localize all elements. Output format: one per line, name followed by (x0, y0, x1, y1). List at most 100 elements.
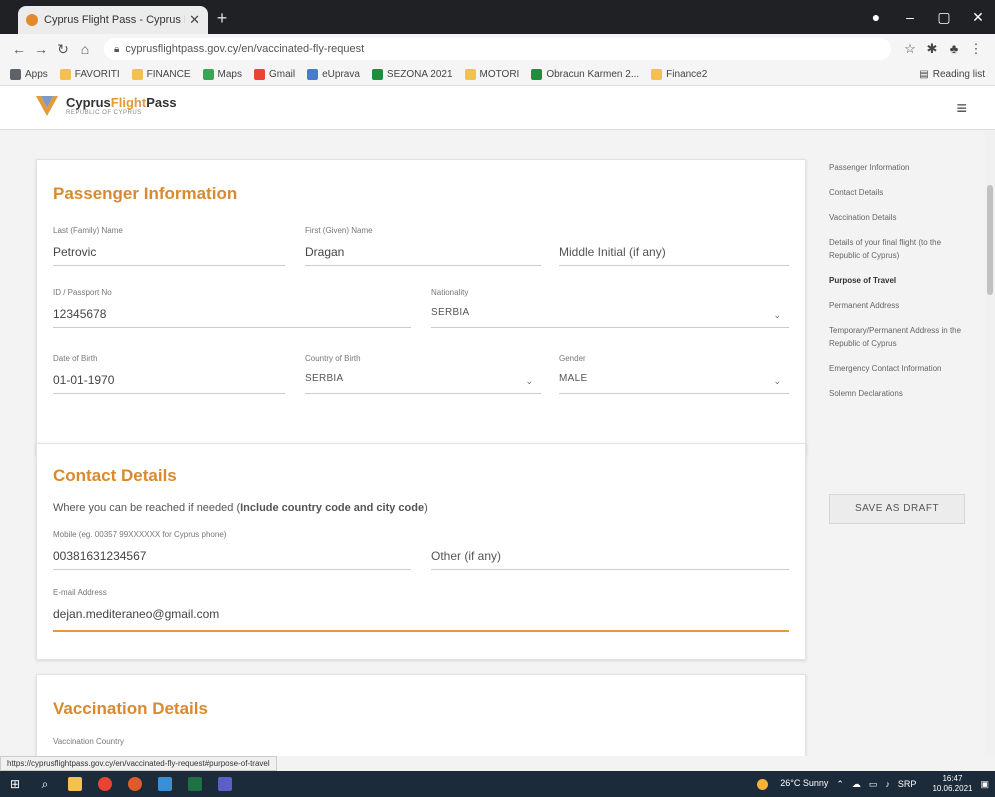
search-icon[interactable]: ⌕ (30, 771, 60, 797)
status-url-bar: https://cyprusflightpass.gov.cy/en/vacci… (0, 756, 277, 771)
home-icon[interactable]: ⌂ (74, 41, 96, 57)
globe-icon (307, 69, 319, 80)
nav-final-flight-details[interactable]: Details of your final flight (to the Rep… (829, 236, 969, 262)
nav-vaccination-details[interactable]: Vaccination Details (829, 211, 969, 224)
bookmark-finance2[interactable]: Finance2 (651, 69, 707, 80)
last-name-field[interactable]: Last (Family) Name Petrovic (53, 226, 285, 266)
site-favicon-icon (26, 14, 38, 26)
close-window-button[interactable]: ✕ (961, 9, 995, 26)
nav-emergency-contact[interactable]: Emergency Contact Information (829, 362, 969, 375)
page-scrollbar[interactable] (985, 131, 995, 756)
bookmark-favoriti[interactable]: FAVORITI (59, 69, 120, 80)
bookmark-maps[interactable]: Maps (202, 69, 242, 80)
close-tab-icon[interactable]: ✕ (189, 12, 200, 28)
bookmark-apps[interactable]: Apps (10, 69, 48, 80)
maps-icon (202, 69, 214, 80)
excel-icon[interactable] (180, 771, 210, 797)
photos-icon[interactable] (150, 771, 180, 797)
minimize-button[interactable]: – (893, 9, 927, 25)
windows-taskbar: ⊞ ⌕ 26°C Sunny ⌃ ☁ ▭ ♪ SRP 16:47 10.06.2… (0, 771, 995, 797)
back-icon[interactable]: ← (8, 41, 30, 57)
gmail-icon (253, 69, 265, 80)
hamburger-menu-icon[interactable]: ≡ (956, 98, 967, 119)
vaccination-details-card: Vaccination Details Vaccination Country … (36, 674, 806, 756)
tab-title: Cyprus Flight Pass - Cyprus Fligh (44, 14, 185, 26)
forward-icon[interactable]: → (30, 41, 52, 57)
gender-select[interactable]: Gender MALE ⌄ (559, 354, 789, 394)
save-as-draft-button[interactable]: SAVE AS DRAFT (829, 494, 965, 524)
first-name-field[interactable]: First (Given) Name Dragan (305, 226, 541, 266)
notifications-icon[interactable]: ▣ (980, 779, 989, 790)
bookmarks-bar: Apps FAVORITI FINANCE Maps Gmail eUprava… (0, 64, 995, 86)
browser-menu-icon[interactable]: ⋮ (965, 41, 987, 57)
reload-icon[interactable]: ↻ (52, 41, 74, 58)
bookmark-euprava[interactable]: eUprava (307, 69, 360, 80)
contact-note: Where you can be reached if needed (Incl… (53, 502, 428, 514)
cyprus-flight-pass-logo-icon (36, 96, 58, 116)
sun-icon (757, 778, 769, 790)
vaccination-country-select[interactable]: Vaccination Country ⌄ (53, 737, 789, 756)
folder-icon (651, 69, 663, 80)
folder-icon (464, 69, 476, 80)
bookmark-star-icon[interactable]: ☆ (899, 41, 921, 57)
cloud-icon[interactable]: ☁ (852, 779, 861, 790)
file-explorer-icon[interactable] (60, 771, 90, 797)
system-tray: 26°C Sunny ⌃ ☁ ▭ ♪ SRP 16:47 10.06.2021 … (749, 774, 995, 794)
folder-icon (59, 69, 71, 80)
chevron-down-icon: ⌄ (525, 376, 533, 386)
date-of-birth-field[interactable]: Date of Birth 01-01-1970 (53, 354, 285, 394)
reading-list-icon: ▤ (919, 69, 929, 80)
windows-start-icon[interactable]: ⊞ (0, 771, 30, 797)
language-indicator[interactable]: SRP (898, 779, 917, 789)
bookmark-obracun[interactable]: Obracun Karmen 2... (531, 69, 639, 80)
volume-icon[interactable]: ♪ (885, 779, 890, 789)
network-icon[interactable]: ▭ (869, 779, 878, 790)
bookmark-gmail[interactable]: Gmail (253, 69, 295, 80)
chevron-down-icon: ⌄ (773, 376, 781, 386)
nav-solemn-declarations[interactable]: Solemn Declarations (829, 387, 969, 400)
extension-icon[interactable]: ✱ (921, 41, 943, 57)
drive-icon (371, 69, 383, 80)
clock-date: 10.06.2021 (932, 784, 973, 793)
lock-icon: 🔒︎ (114, 43, 120, 55)
vaccination-details-title: Vaccination Details (53, 699, 208, 718)
passport-field[interactable]: ID / Passport No 12345678 (53, 288, 411, 328)
weather-widget[interactable]: 26°C Sunny (757, 778, 828, 790)
nationality-select[interactable]: Nationality SERBIA ⌄ (431, 288, 789, 328)
middle-initial-field[interactable]: Middle Initial (if any) (559, 226, 789, 266)
clock[interactable]: 16:47 10.06.2021 (924, 774, 972, 794)
brand-subtitle: REPUBLIC OF CYPRUS (66, 109, 142, 116)
chevron-down-icon: ⌄ (773, 310, 781, 320)
calculator-icon[interactable] (210, 771, 240, 797)
reading-list[interactable]: ▤ Reading list (919, 69, 985, 80)
nav-passenger-information[interactable]: Passenger Information (829, 161, 969, 174)
contact-details-card: Contact Details Where you can be reached… (36, 443, 806, 660)
browser-toolbar: ← → ↻ ⌂ 🔒︎ cyprusflightpass.gov.cy/en/va… (0, 34, 995, 64)
scrollbar-thumb[interactable] (987, 185, 993, 295)
mobile-field[interactable]: Mobile (eg. 00357 99XXXXXX for Cyprus ph… (53, 530, 411, 570)
address-bar[interactable]: 🔒︎ cyprusflightpass.gov.cy/en/vaccinated… (104, 38, 891, 60)
bookmark-sezona[interactable]: SEZONA 2021 (371, 69, 453, 80)
profile-icon[interactable]: ● (859, 9, 893, 25)
tray-chevron-icon[interactable]: ⌃ (836, 779, 844, 790)
bookmark-motori[interactable]: MOTORI (464, 69, 519, 80)
browser-tab[interactable]: Cyprus Flight Pass - Cyprus Fligh ✕ (18, 6, 208, 34)
brand-name: CyprusFlightPass (66, 94, 177, 110)
page-content: Passenger Information Last (Family) Name… (0, 131, 995, 756)
nav-contact-details[interactable]: Contact Details (829, 186, 969, 199)
maximize-button[interactable]: ▢ (927, 9, 961, 26)
new-tab-button[interactable]: + (212, 8, 232, 28)
chrome-icon[interactable] (90, 771, 120, 797)
bookmark-finance[interactable]: FINANCE (131, 69, 191, 80)
extensions-puzzle-icon[interactable]: ♣ (943, 41, 965, 57)
app-icon[interactable] (120, 771, 150, 797)
email-field[interactable]: E-mail Address dejan.mediteraneo@gmail.c… (53, 588, 789, 632)
site-logo[interactable]: CyprusFlightPass REPUBLIC OF CYPRUS (34, 92, 177, 118)
other-phone-field[interactable]: Other (if any) (431, 530, 789, 570)
nav-temporary-address[interactable]: Temporary/Permanent Address in the Repub… (829, 324, 969, 350)
nav-permanent-address[interactable]: Permanent Address (829, 299, 969, 312)
country-of-birth-select[interactable]: Country of Birth SERBIA ⌄ (305, 354, 541, 394)
nav-purpose-of-travel[interactable]: Purpose of Travel (829, 274, 969, 287)
site-header: CyprusFlightPass REPUBLIC OF CYPRUS ≡ (0, 86, 995, 130)
contact-details-title: Contact Details (53, 466, 177, 485)
